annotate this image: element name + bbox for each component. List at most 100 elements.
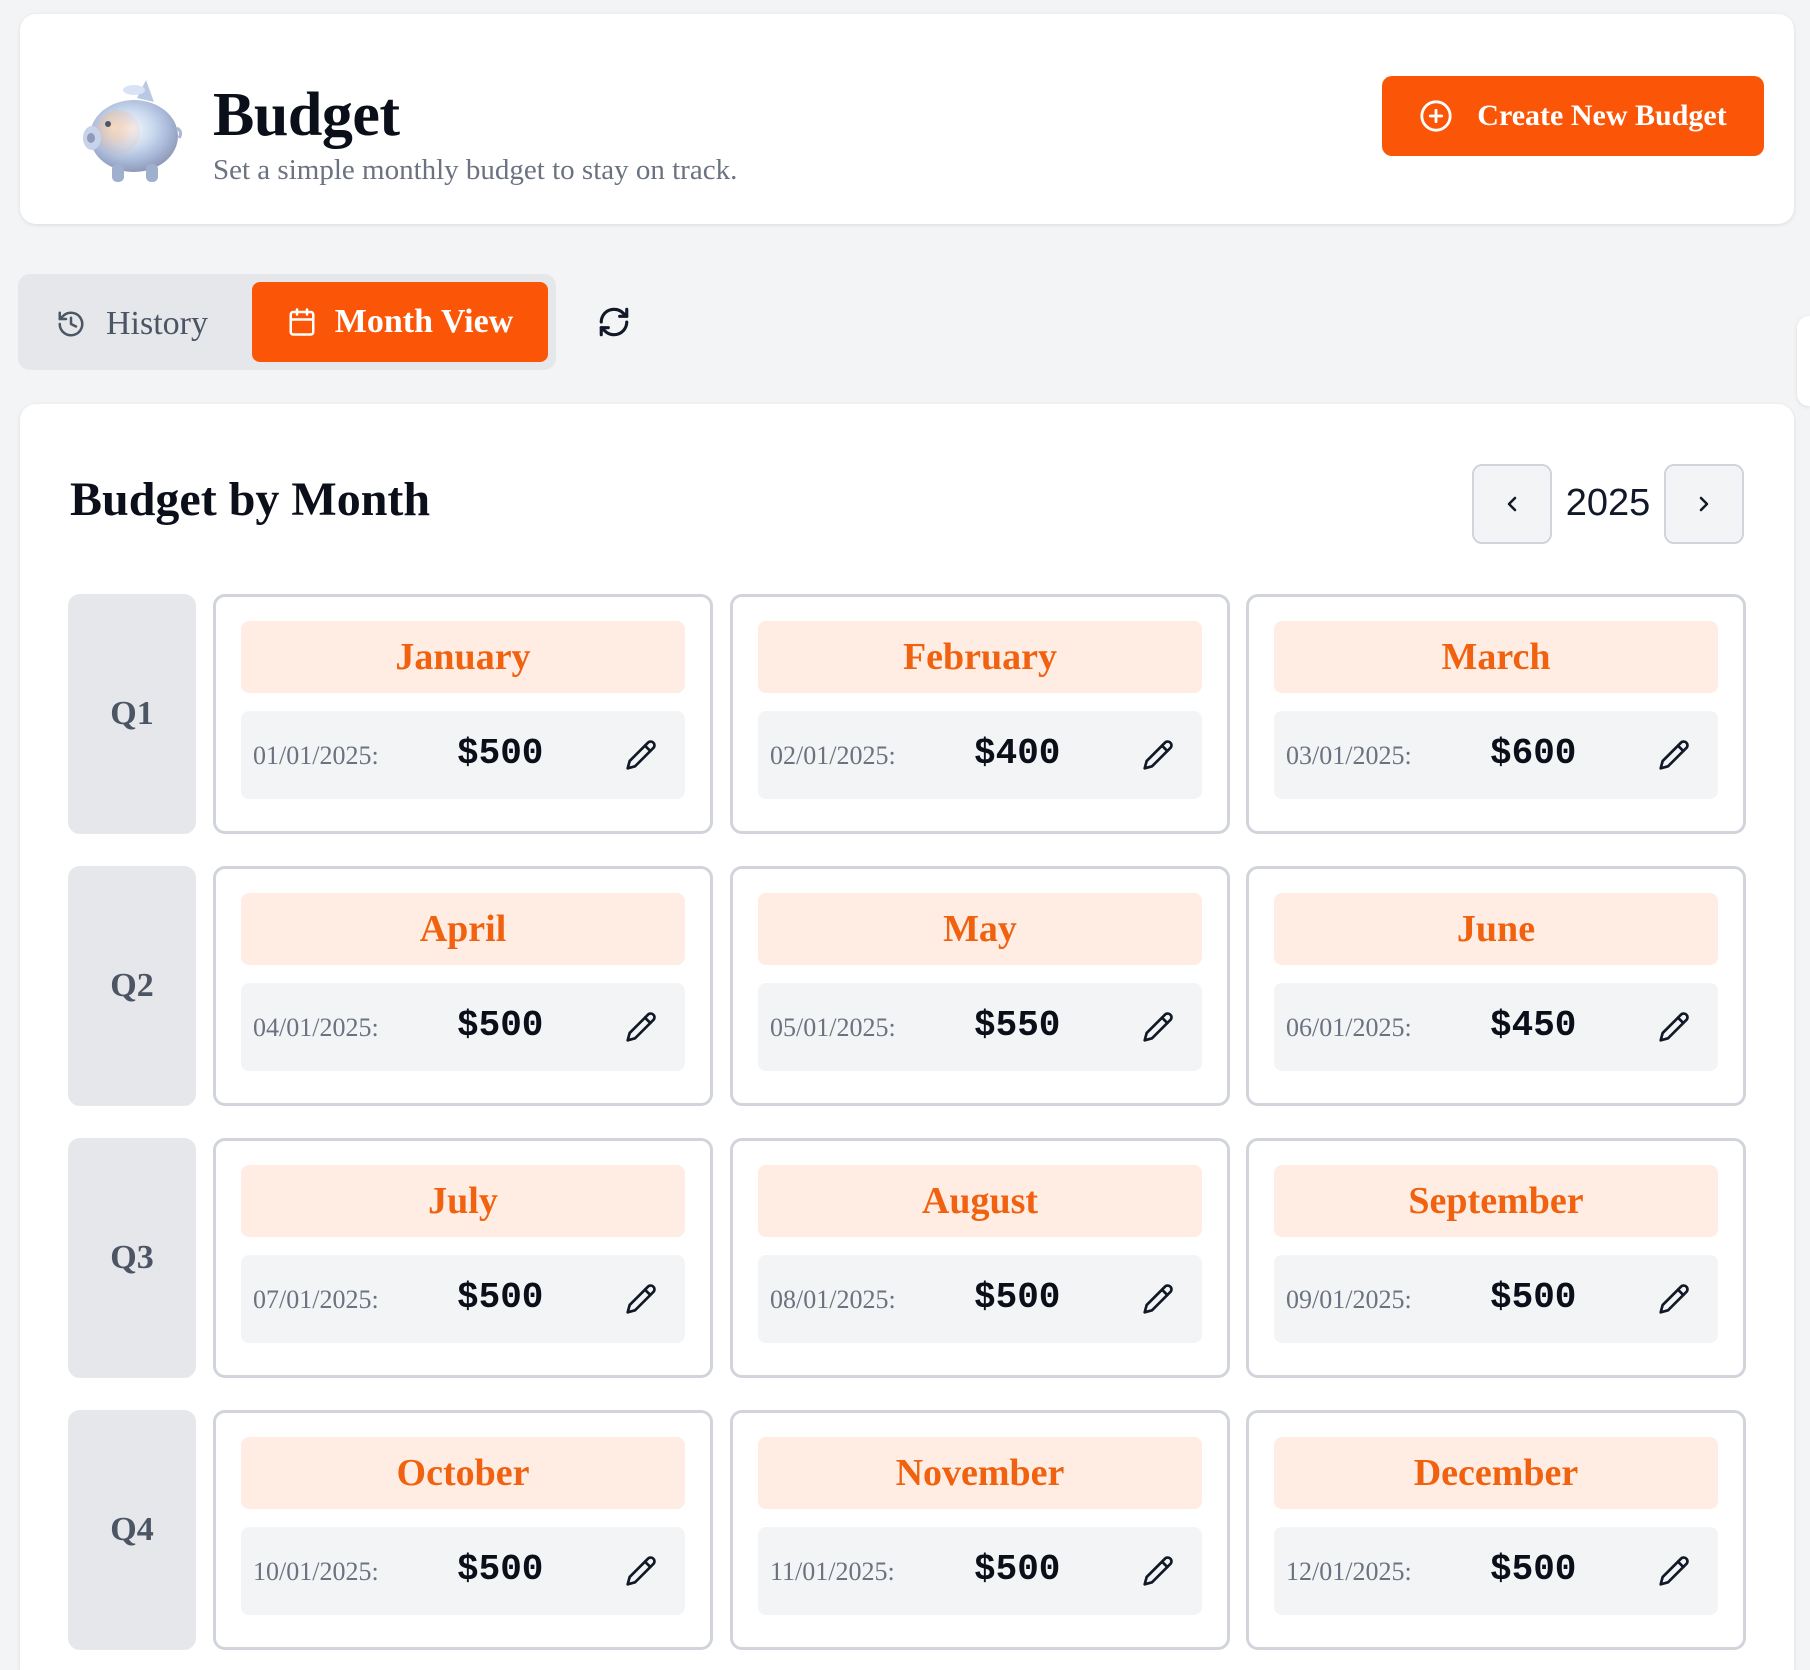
month-budget-row: 09/01/2025: $500 xyxy=(1274,1255,1718,1343)
month-budget-row: 07/01/2025: $500 xyxy=(241,1255,685,1343)
month-budget-row: 04/01/2025: $500 xyxy=(241,983,685,1071)
month-budget-row: 05/01/2025: $550 xyxy=(758,983,1202,1071)
month-card-may: May 05/01/2025: $550 xyxy=(730,866,1230,1106)
year-navigator: 2025 xyxy=(1472,464,1744,544)
plus-circle-icon xyxy=(1420,100,1452,132)
pencil-icon xyxy=(1659,1012,1689,1042)
pencil-icon xyxy=(1143,1284,1173,1314)
create-new-budget-button[interactable]: Create New Budget xyxy=(1382,76,1764,156)
month-name: December xyxy=(1274,1437,1718,1509)
quarter-label: Q1 xyxy=(68,594,196,834)
edit-budget-button[interactable] xyxy=(1656,1553,1692,1589)
history-icon xyxy=(58,311,84,337)
month-budget-row: 11/01/2025: $500 xyxy=(758,1527,1202,1615)
tab-history[interactable]: History xyxy=(56,304,208,344)
month-date: 04/01/2025: xyxy=(253,1013,379,1042)
edit-budget-button[interactable] xyxy=(1656,1009,1692,1045)
month-card-june: June 06/01/2025: $450 xyxy=(1246,866,1746,1106)
month-budget-row: 12/01/2025: $500 xyxy=(1274,1527,1718,1615)
month-card-august: August 08/01/2025: $500 xyxy=(730,1138,1230,1378)
edit-budget-button[interactable] xyxy=(623,1009,659,1045)
view-tabs: History Month View xyxy=(18,274,556,370)
header-card: Budget Set a simple monthly budget to st… xyxy=(20,14,1794,224)
month-amount: $500 xyxy=(457,1277,544,1318)
edit-budget-button[interactable] xyxy=(623,1281,659,1317)
next-year-button[interactable] xyxy=(1664,464,1744,544)
month-name: September xyxy=(1274,1165,1718,1237)
pencil-icon xyxy=(1143,740,1173,770)
piggy-bank-icon xyxy=(83,80,182,182)
pencil-icon xyxy=(1659,1556,1689,1586)
month-amount: $600 xyxy=(1490,733,1577,774)
pencil-icon xyxy=(1659,1284,1689,1314)
edit-budget-button[interactable] xyxy=(1140,1553,1176,1589)
month-card-april: April 04/01/2025: $500 xyxy=(213,866,713,1106)
month-name: October xyxy=(241,1437,685,1509)
section-title: Budget by Month xyxy=(70,473,431,526)
month-name: July xyxy=(241,1165,685,1237)
calendar-icon xyxy=(289,308,315,336)
previous-year-button[interactable] xyxy=(1472,464,1552,544)
month-date: 03/01/2025: xyxy=(1286,741,1412,770)
edit-budget-button[interactable] xyxy=(1656,1281,1692,1317)
month-budget-row: 08/01/2025: $500 xyxy=(758,1255,1202,1343)
tab-month-view[interactable]: Month View xyxy=(252,282,548,362)
edit-budget-button[interactable] xyxy=(1656,737,1692,773)
month-card-october: October 10/01/2025: $500 xyxy=(213,1410,713,1650)
quarter-label: Q3 xyxy=(68,1138,196,1378)
month-amount: $550 xyxy=(974,1005,1061,1046)
month-name: February xyxy=(758,621,1202,693)
month-name: May xyxy=(758,893,1202,965)
edit-budget-button[interactable] xyxy=(623,737,659,773)
month-budget-row: 10/01/2025: $500 xyxy=(241,1527,685,1615)
quarter-label: Q2 xyxy=(68,866,196,1106)
edit-budget-button[interactable] xyxy=(623,1553,659,1589)
edit-budget-button[interactable] xyxy=(1140,1281,1176,1317)
tab-month-view-label: Month View xyxy=(334,303,514,340)
edit-budget-button[interactable] xyxy=(1140,737,1176,773)
quarter-label: Q4 xyxy=(68,1410,196,1650)
month-amount: $500 xyxy=(457,1549,544,1590)
create-new-budget-label: Create New Budget xyxy=(1477,99,1727,132)
month-card-january: January 01/01/2025: $500 xyxy=(213,594,713,834)
month-amount: $500 xyxy=(1490,1277,1577,1318)
chevron-right-icon xyxy=(1699,496,1709,512)
pencil-icon xyxy=(626,740,656,770)
pencil-icon xyxy=(1659,740,1689,770)
month-amount: $500 xyxy=(974,1277,1061,1318)
month-amount: $450 xyxy=(1490,1005,1577,1046)
pencil-icon xyxy=(626,1284,656,1314)
month-name: November xyxy=(758,1437,1202,1509)
month-budget-row: 03/01/2025: $600 xyxy=(1274,711,1718,799)
chevron-left-icon xyxy=(1507,496,1517,512)
month-name: August xyxy=(758,1165,1202,1237)
month-date: 12/01/2025: xyxy=(1286,1557,1412,1586)
budget-by-month-card: Budget by Month 2025 Q1 January 01/01/20… xyxy=(20,404,1794,1670)
month-date: 11/01/2025: xyxy=(770,1557,895,1586)
month-card-december: December 12/01/2025: $500 xyxy=(1246,1410,1746,1650)
month-amount: $500 xyxy=(1490,1549,1577,1590)
month-date: 06/01/2025: xyxy=(1286,1013,1412,1042)
pencil-icon xyxy=(626,1556,656,1586)
month-date: 09/01/2025: xyxy=(1286,1285,1412,1314)
pencil-icon xyxy=(1143,1012,1173,1042)
month-name: April xyxy=(241,893,685,965)
app-title: Budget xyxy=(213,81,400,149)
month-card-november: November 11/01/2025: $500 xyxy=(730,1410,1230,1650)
month-amount: $500 xyxy=(457,733,544,774)
month-amount: $500 xyxy=(457,1005,544,1046)
month-card-march: March 03/01/2025: $600 xyxy=(1246,594,1746,834)
month-amount: $400 xyxy=(974,733,1061,774)
month-date: 08/01/2025: xyxy=(770,1285,896,1314)
tab-history-label: History xyxy=(106,305,208,342)
month-date: 01/01/2025: xyxy=(253,741,379,770)
app-subtitle: Set a simple monthly budget to stay on t… xyxy=(213,154,738,186)
month-date: 07/01/2025: xyxy=(253,1285,379,1314)
refresh-button[interactable] xyxy=(594,302,634,342)
month-card-july: July 07/01/2025: $500 xyxy=(213,1138,713,1378)
month-card-february: February 02/01/2025: $400 xyxy=(730,594,1230,834)
edit-budget-button[interactable] xyxy=(1140,1009,1176,1045)
budget-page: Budget Set a simple monthly budget to st… xyxy=(0,0,1810,1670)
refresh-icon xyxy=(599,307,629,337)
pencil-icon xyxy=(1143,1556,1173,1586)
